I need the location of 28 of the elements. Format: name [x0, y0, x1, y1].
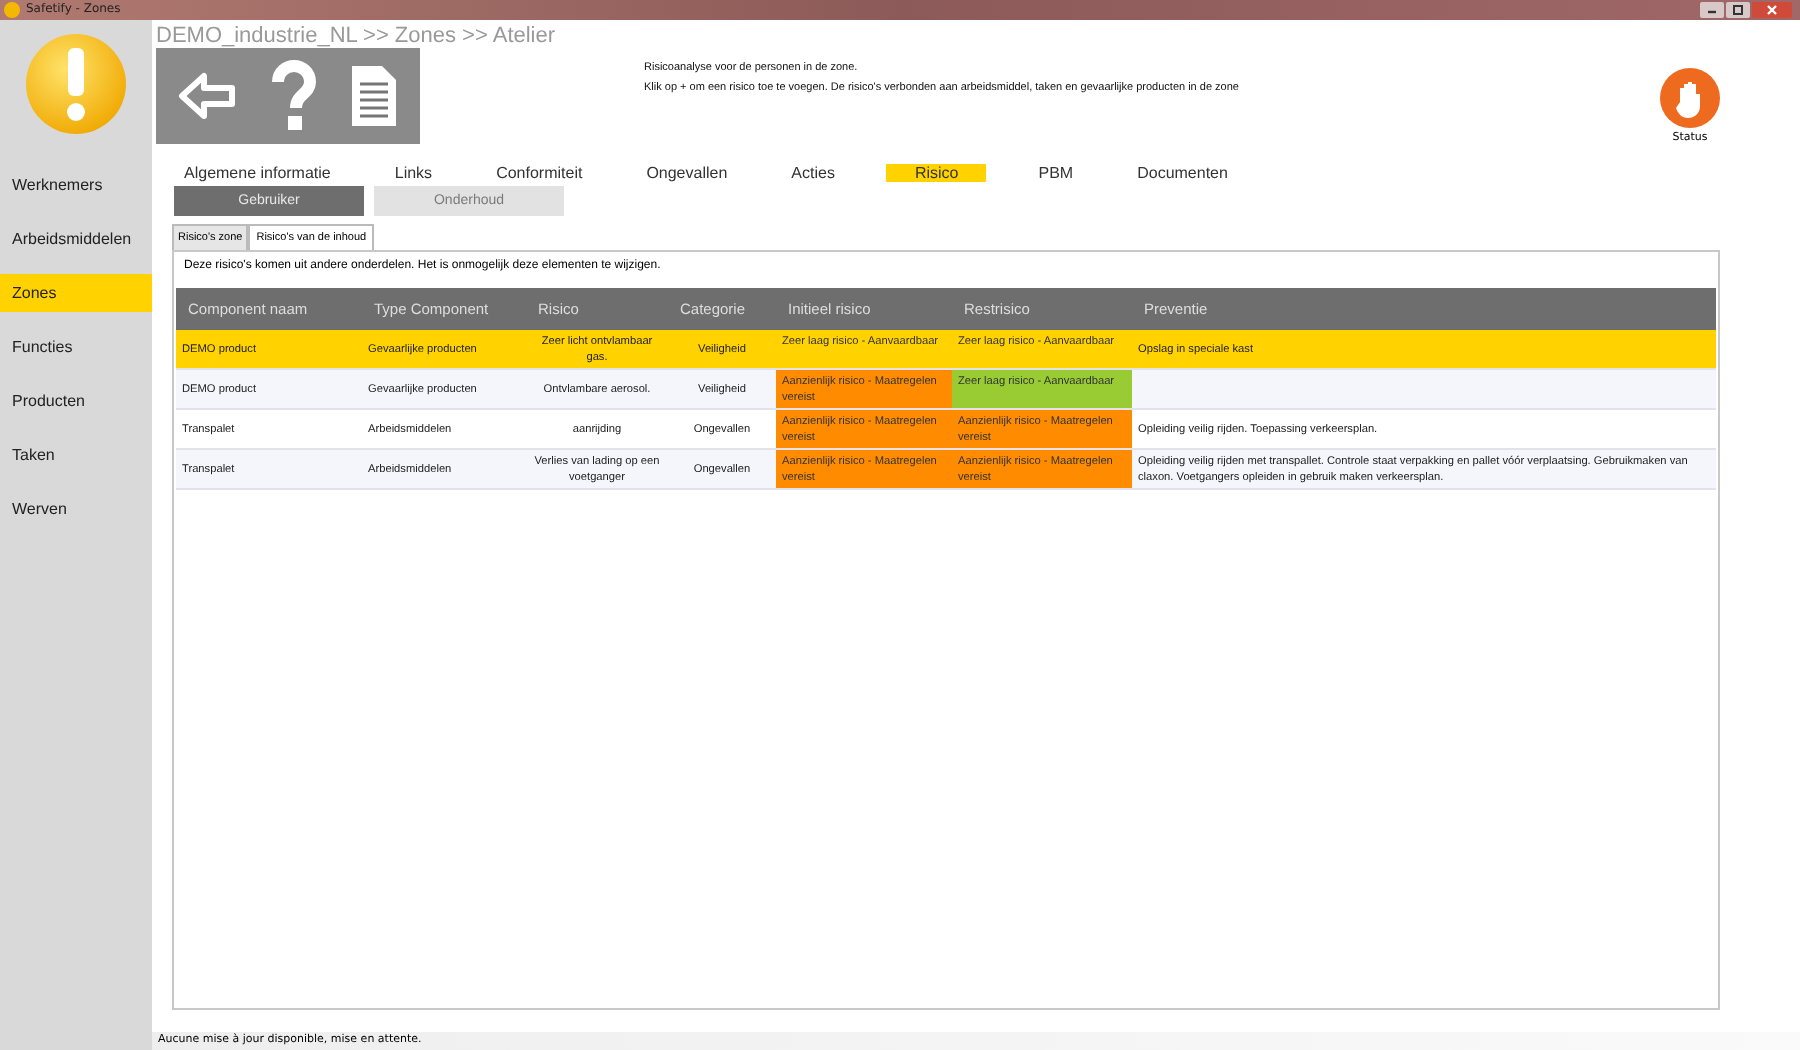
sidebar-item[interactable]: Zones — [0, 274, 152, 312]
warning-logo-icon — [24, 32, 128, 136]
maximize-icon — [1732, 4, 1744, 16]
stop-hand-icon[interactable] — [1660, 68, 1720, 128]
tab[interactable]: Documenten — [1125, 164, 1240, 182]
tab[interactable]: Algemene informatie — [172, 164, 343, 182]
breadcrumb: DEMO_industrie_NL >> Zones >> Atelier — [154, 22, 558, 48]
sidebar-item[interactable]: Werven — [0, 490, 152, 528]
maximize-button[interactable] — [1726, 2, 1750, 18]
table-row[interactable] — [176, 450, 1716, 490]
help-icon[interactable] — [267, 60, 320, 132]
tab[interactable]: PBM — [1026, 164, 1086, 182]
sidebar-item[interactable]: Arbeidsmiddelen — [0, 220, 152, 258]
sidebar-item[interactable]: Producten — [0, 382, 152, 420]
back-arrow-icon[interactable] — [178, 70, 239, 122]
close-icon — [1766, 4, 1778, 16]
close-button[interactable] — [1752, 2, 1792, 18]
sidebar-item[interactable]: Taken — [0, 436, 152, 474]
tab[interactable]: Links — [382, 164, 445, 182]
minimize-button[interactable] — [1700, 2, 1724, 18]
sidebar-item[interactable]: Werknemers — [0, 166, 152, 204]
tab[interactable]: Risico — [886, 164, 987, 182]
document-icon[interactable] — [349, 64, 398, 128]
app-icon — [4, 2, 20, 18]
tab[interactable]: Acties — [779, 164, 847, 182]
tab[interactable]: Ongevallen — [634, 164, 740, 182]
tab[interactable]: Conformiteit — [484, 164, 595, 182]
sidebar-item[interactable]: Functies — [0, 328, 152, 366]
